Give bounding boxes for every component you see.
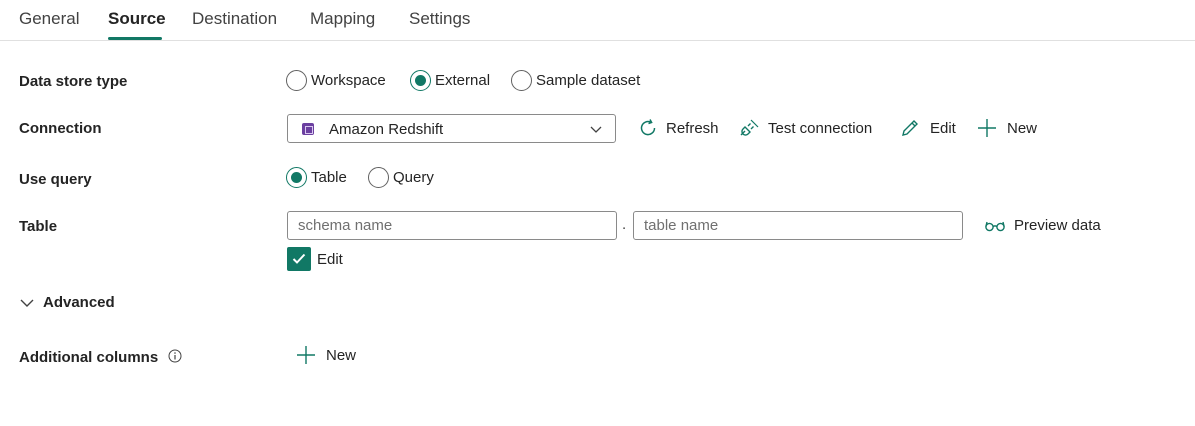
refresh-icon <box>640 119 656 136</box>
schema-name-input[interactable] <box>287 211 617 240</box>
test-connection-button[interactable]: Test connection <box>738 118 872 138</box>
edit-table-checkbox[interactable]: Edit <box>287 247 343 271</box>
tab-settings[interactable]: Settings <box>409 9 470 29</box>
connection-dropdown[interactable]: Amazon Redshift <box>287 114 616 143</box>
radio-sample-dataset[interactable]: Sample dataset <box>511 70 640 91</box>
add-column-button[interactable]: New <box>296 345 356 365</box>
radio-query-circle <box>368 167 389 188</box>
refresh-label: Refresh <box>666 119 719 137</box>
radio-query[interactable]: Query <box>368 167 434 188</box>
checkmark-icon <box>292 253 306 264</box>
radio-table-label: Table <box>311 169 347 186</box>
pencil-icon <box>902 120 918 136</box>
radio-workspace-circle <box>286 70 307 91</box>
plug-icon <box>740 119 759 136</box>
preview-data-label: Preview data <box>1014 216 1101 234</box>
radio-external-label: External <box>435 72 491 89</box>
preview-data-button[interactable]: Preview data <box>984 216 1101 234</box>
table-name-input[interactable] <box>633 211 963 240</box>
advanced-toggle[interactable]: Advanced <box>19 294 115 311</box>
plus-icon <box>978 119 996 137</box>
radio-external[interactable]: External <box>410 70 490 91</box>
redshift-icon <box>302 123 314 135</box>
edit-connection-button[interactable]: Edit <box>900 118 956 138</box>
additional-columns-label: Additional columns <box>19 349 159 366</box>
tab-source[interactable]: Source <box>108 9 166 29</box>
radio-sample-dataset-label: Sample dataset <box>536 72 641 89</box>
glasses-icon <box>985 221 1005 232</box>
tab-mapping[interactable]: Mapping <box>310 9 375 29</box>
radio-external-circle <box>410 70 431 91</box>
table-label: Table <box>19 218 58 235</box>
checkbox-checked-box <box>287 247 311 271</box>
add-column-label: New <box>326 346 357 364</box>
data-store-type-label: Data store type <box>19 73 128 90</box>
chevron-down-icon <box>590 126 602 133</box>
new-connection-label: New <box>1007 119 1038 137</box>
schema-table-separator: . <box>622 216 627 233</box>
radio-sample-dataset-circle <box>511 70 532 91</box>
tab-bar: General Source Destination Mapping Setti… <box>0 0 1195 41</box>
radio-workspace[interactable]: Workspace <box>286 70 386 91</box>
edit-connection-label: Edit <box>930 119 956 137</box>
active-tab-indicator <box>108 37 162 40</box>
advanced-label: Advanced <box>43 294 115 311</box>
radio-workspace-label: Workspace <box>311 72 386 89</box>
edit-table-label: Edit <box>317 250 343 268</box>
connection-label: Connection <box>19 120 102 137</box>
radio-table[interactable]: Table <box>286 167 347 188</box>
plus-icon <box>297 346 315 364</box>
use-query-label: Use query <box>19 171 92 188</box>
tab-general[interactable]: General <box>19 9 79 29</box>
refresh-button[interactable]: Refresh <box>638 118 719 138</box>
chevron-down-icon <box>20 299 34 307</box>
radio-query-label: Query <box>393 169 434 186</box>
radio-table-circle <box>286 167 307 188</box>
test-connection-label: Test connection <box>768 119 873 137</box>
info-icon[interactable] <box>168 349 182 363</box>
connection-value: Amazon Redshift <box>329 121 444 138</box>
tab-destination[interactable]: Destination <box>192 9 277 29</box>
new-connection-button[interactable]: New <box>977 118 1037 138</box>
